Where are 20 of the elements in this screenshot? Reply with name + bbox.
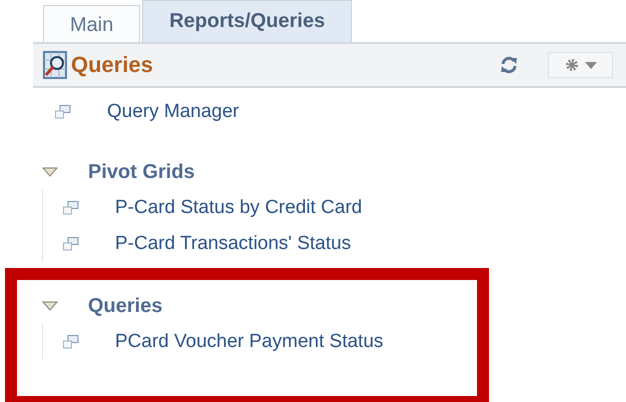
- pagelet-title: Queries: [71, 52, 153, 78]
- windows-icon: [63, 201, 79, 215]
- windows-icon: [63, 237, 79, 251]
- settings-button[interactable]: [548, 52, 613, 78]
- link[interactable]: P-Card Status by Credit Card: [115, 197, 362, 219]
- link[interactable]: PCard Voucher Payment Status: [115, 331, 384, 353]
- windows-icon: [63, 335, 79, 349]
- collapse-triangle-icon[interactable]: [42, 167, 58, 177]
- tab[interactable]: Main: [43, 5, 140, 42]
- magnifier-icon: [43, 51, 67, 79]
- refresh-icon[interactable]: [500, 56, 518, 74]
- link[interactable]: Query Manager: [107, 101, 240, 123]
- group-label[interactable]: Pivot Grids: [88, 160, 195, 184]
- link[interactable]: P-Card Transactions' Status: [115, 233, 351, 255]
- tab[interactable]: Reports/Queries: [142, 0, 352, 42]
- group-label[interactable]: Queries: [88, 294, 162, 318]
- caret-icon: [584, 62, 596, 68]
- collapse-triangle-icon[interactable]: [42, 301, 58, 311]
- windows-icon: [55, 105, 71, 119]
- gear-icon: [564, 58, 578, 72]
